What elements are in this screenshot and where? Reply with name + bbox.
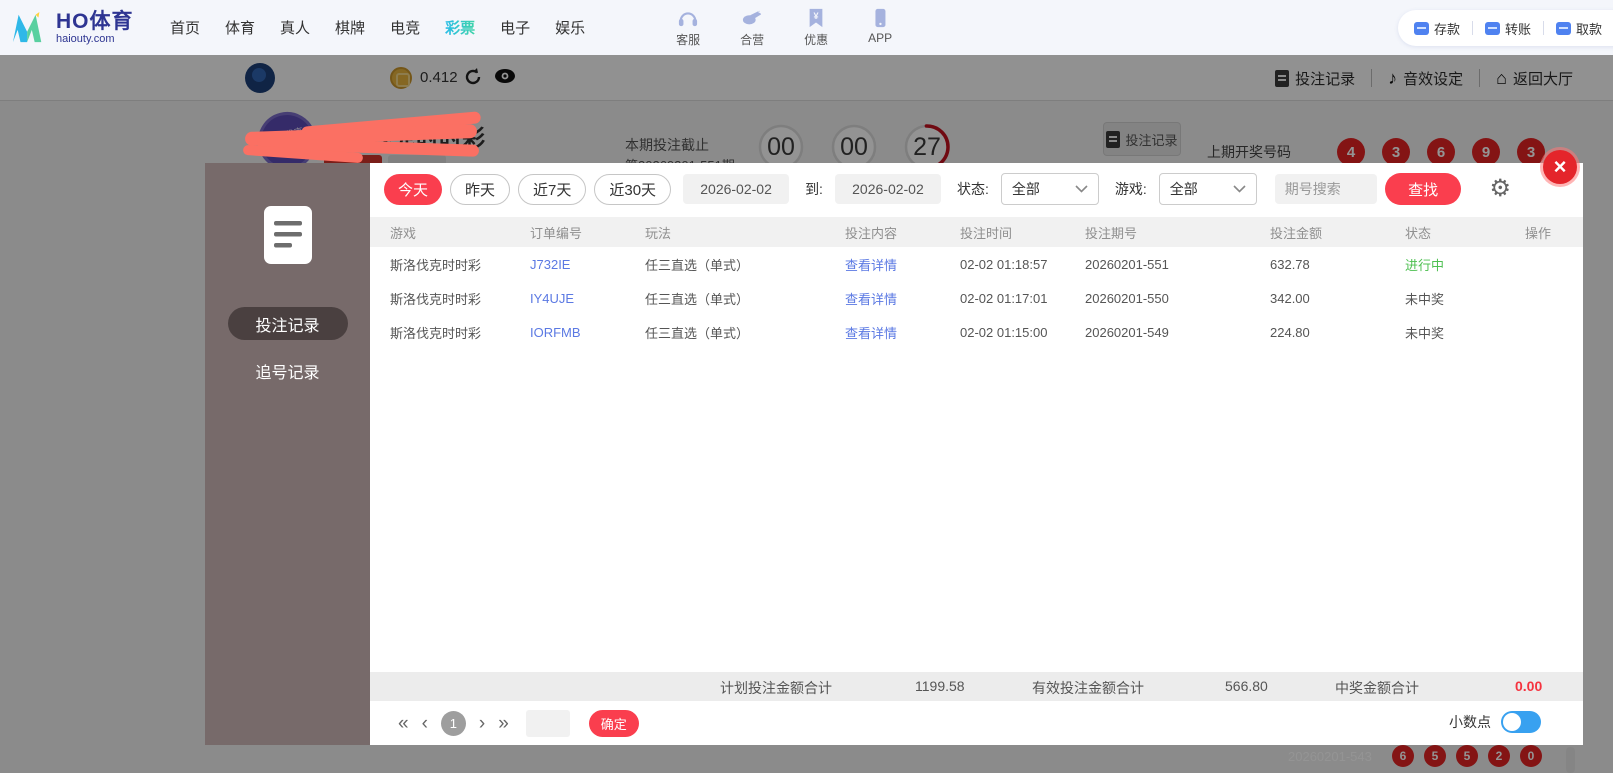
transfer-button[interactable]: 转账: [1485, 19, 1531, 38]
period-search-input[interactable]: [1274, 174, 1377, 204]
order-link[interactable]: IY4UJE: [530, 291, 645, 306]
site-logo[interactable]: HO体育 haiouty.com: [10, 11, 160, 45]
last-page-button[interactable]: »: [498, 714, 509, 733]
withdraw-icon: [1556, 21, 1572, 35]
partnership-link[interactable]: 合营: [731, 8, 773, 48]
pagination-bar: « ‹ 1 › » 确定 小数点: [370, 701, 1583, 745]
table-header: 游戏 订单编号 玩法 投注内容 投注时间 投注期号 投注金额 状态 操作: [370, 217, 1583, 247]
table-row: 斯洛伐克时时彩 IORFMB 任三直选（单式） 查看详情 02-02 01:15…: [370, 315, 1583, 349]
transfer-icon: [1485, 21, 1501, 35]
chevron-down-icon: [1075, 185, 1088, 193]
first-page-button[interactable]: «: [398, 714, 409, 733]
top-navbar: HO体育 haiouty.com 首页 体育 真人 棋牌 电竞 彩票 电子 娱乐…: [0, 0, 1613, 55]
date-to-input[interactable]: [834, 174, 941, 204]
game-select[interactable]: 全部: [1158, 173, 1257, 205]
chevron-down-icon: [1233, 185, 1246, 193]
to-label: 到:: [805, 181, 823, 197]
page-jump-confirm-button[interactable]: 确定: [588, 709, 639, 737]
planned-total-value: 1199.58: [915, 678, 965, 694]
quick-links: 客服 合营 ¥ 优惠 APP: [667, 8, 901, 48]
view-details-link[interactable]: 查看详情: [845, 292, 897, 307]
withdraw-button[interactable]: 取款: [1556, 19, 1602, 38]
prev-page-button[interactable]: ‹: [422, 714, 428, 733]
order-link[interactable]: J732IE: [530, 257, 645, 272]
planned-total-label: 计划投注金额合计: [720, 680, 832, 696]
headset-icon: [679, 11, 698, 26]
status-label: 状态:: [956, 181, 989, 197]
table-row: 斯洛伐克时时彩 J732IE 任三直选（单式） 查看详情 02-02 01:18…: [370, 247, 1583, 281]
game-label: 游戏:: [1114, 181, 1147, 197]
win-total-value: 0.00: [1515, 678, 1543, 694]
status-select[interactable]: 全部: [1000, 173, 1099, 205]
next-page-button[interactable]: ›: [479, 714, 485, 733]
order-link[interactable]: IORFMB: [530, 325, 645, 340]
view-details-link[interactable]: 查看详情: [845, 326, 897, 341]
menu-home[interactable]: 首页: [170, 17, 200, 38]
logo-domain: haiouty.com: [56, 32, 115, 45]
page: HO体育 haiouty.com 首页 体育 真人 棋牌 电竞 彩票 电子 娱乐…: [0, 0, 1613, 773]
filter-yesterday[interactable]: 昨天: [450, 173, 511, 205]
filter-last7days[interactable]: 近7天: [518, 173, 587, 205]
menu-chess[interactable]: 棋牌: [335, 17, 365, 38]
handshake-icon: [743, 10, 763, 24]
customer-service-link[interactable]: 客服: [667, 8, 709, 48]
document-icon: [263, 206, 312, 264]
view-details-link[interactable]: 查看详情: [845, 258, 897, 273]
wallet-actions: 存款 转账 取款: [1398, 10, 1613, 46]
page-jump-input[interactable]: [525, 709, 570, 737]
logo-icon: [12, 11, 42, 42]
logo-title: HO体育: [56, 9, 134, 33]
menu-slots[interactable]: 电子: [500, 17, 530, 38]
search-button[interactable]: 查找: [1384, 173, 1462, 205]
decimal-toggle[interactable]: [1501, 711, 1541, 733]
status-badge: 进行中: [1405, 257, 1445, 273]
win-total-label: 中奖金额合计: [1335, 680, 1419, 696]
status-badge: 未中奖: [1405, 325, 1445, 341]
date-from-input[interactable]: [683, 174, 790, 204]
phone-icon: [875, 8, 886, 27]
deposit-icon: [1414, 21, 1429, 35]
sidebar-item-chase-records[interactable]: 追号记录: [228, 356, 348, 386]
close-icon[interactable]: ×: [1543, 150, 1577, 184]
filter-last30days[interactable]: 近30天: [594, 173, 672, 205]
filter-bar: 今天 昨天 近7天 近30天 到: 状态: 全部 游戏: 全部 查找: [370, 163, 1583, 213]
menu-live[interactable]: 真人: [280, 17, 310, 38]
app-download-link[interactable]: APP: [859, 8, 901, 48]
promo-ribbon-icon: ¥: [809, 8, 823, 27]
valid-total-label: 有效投注金额合计: [1032, 680, 1144, 696]
menu-lottery[interactable]: 彩票: [445, 17, 475, 38]
menu-esports[interactable]: 电竞: [390, 17, 420, 38]
records-sidebar: 投注记录 追号记录: [205, 163, 370, 745]
totals-bar: 计划投注金额合计 1199.58 有效投注金额合计 566.80 中奖金额合计 …: [370, 672, 1583, 701]
filter-today[interactable]: 今天: [384, 173, 443, 205]
promotions-link[interactable]: ¥ 优惠: [795, 8, 837, 48]
deposit-button[interactable]: 存款: [1414, 19, 1460, 38]
sidebar-item-bet-records[interactable]: 投注记录: [227, 307, 348, 340]
main-menu: 首页 体育 真人 棋牌 电竞 彩票 电子 娱乐: [170, 17, 585, 38]
current-page[interactable]: 1: [440, 710, 466, 736]
decimal-toggle-label: 小数点: [1449, 714, 1491, 730]
valid-total-value: 566.80: [1225, 678, 1268, 694]
menu-entertainment[interactable]: 娱乐: [555, 17, 585, 38]
status-badge: 未中奖: [1405, 291, 1445, 307]
table-row: 斯洛伐克时时彩 IY4UJE 任三直选（单式） 查看详情 02-02 01:17…: [370, 281, 1583, 315]
bet-records-modal: 今天 昨天 近7天 近30天 到: 状态: 全部 游戏: 全部 查找: [370, 163, 1583, 745]
gear-icon[interactable]: ⚙: [1489, 177, 1511, 201]
menu-sports[interactable]: 体育: [225, 17, 255, 38]
